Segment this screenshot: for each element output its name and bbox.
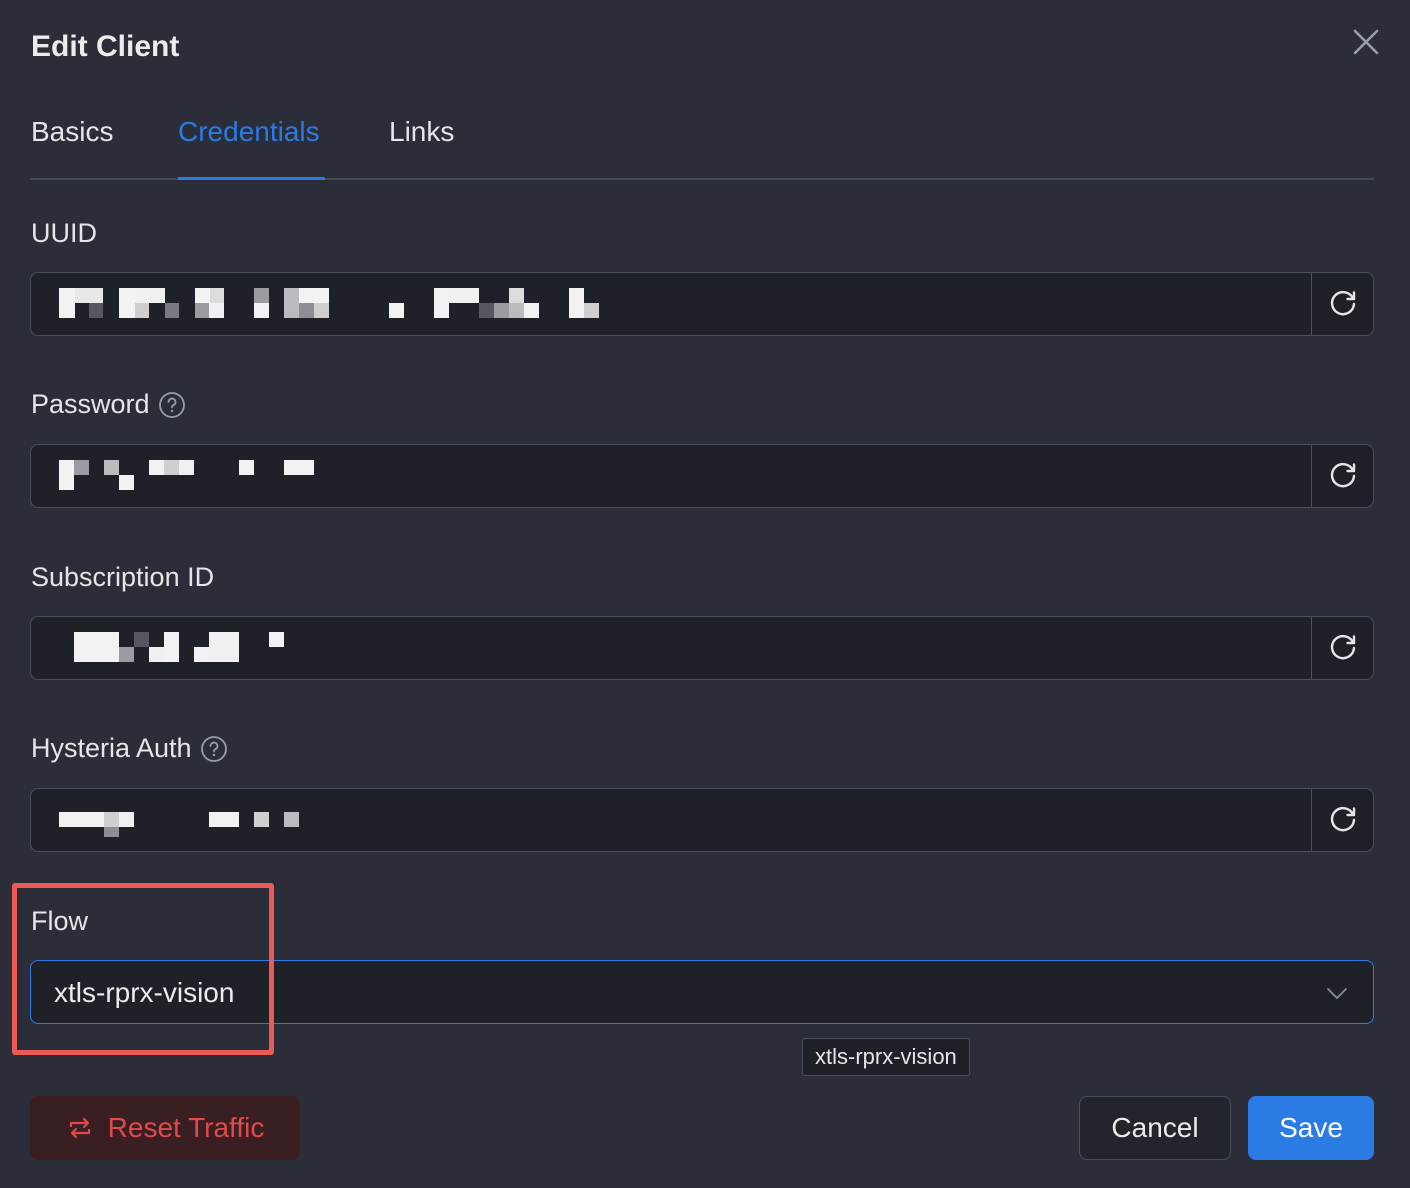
swap-icon [69,1117,90,1139]
redacted-value [59,460,659,492]
password-field[interactable] [30,444,1374,508]
regenerate-uuid-button[interactable] [1311,273,1373,335]
password-value[interactable] [59,445,1303,507]
redacted-value [59,632,659,664]
save-button[interactable]: Save [1248,1096,1374,1160]
hysteria-auth-value[interactable] [59,789,1303,851]
close-icon[interactable] [1348,24,1384,60]
subscription-id-label-text: Subscription ID [31,562,215,592]
reset-traffic-button[interactable]: Reset Traffic [30,1096,300,1160]
tab-credentials[interactable]: Credentials [178,116,320,148]
question-circle-icon[interactable] [158,391,186,419]
subscription-id-label: Subscription ID [31,562,214,593]
flow-label-text: Flow [31,906,89,936]
cancel-button[interactable]: Cancel [1079,1096,1231,1160]
uuid-field[interactable] [30,272,1374,336]
edit-client-dialog: Edit Client Basics Credentials Links UUI… [0,0,1410,1188]
flow-selected-value: xtls-rprx-vision [54,977,235,1008]
flow-select[interactable]: xtls-rprx-vision [30,960,1374,1024]
hysteria-auth-label-text: Hysteria Auth [31,733,192,763]
subscription-id-field[interactable] [30,616,1374,680]
regenerate-subscription-id-button[interactable] [1311,617,1373,679]
refresh-icon [1330,291,1355,316]
question-circle-icon[interactable] [200,735,228,763]
password-label: Password [31,389,186,420]
tab-links[interactable]: Links [389,116,454,148]
active-tab-indicator [178,177,325,180]
redacted-value [59,804,659,837]
dialog-title: Edit Client [31,30,180,63]
uuid-value[interactable] [59,273,1303,335]
flow-label: Flow [31,906,88,937]
regenerate-hysteria-auth-button[interactable] [1311,789,1373,851]
refresh-icon [1330,807,1355,832]
hysteria-auth-label: Hysteria Auth [31,733,228,764]
redacted-value [59,288,659,320]
refresh-icon [1330,635,1355,660]
password-label-text: Password [31,389,150,419]
regenerate-password-button[interactable] [1311,445,1373,507]
subscription-id-value[interactable] [59,617,1303,679]
uuid-label: UUID [31,218,97,249]
uuid-label-text: UUID [31,218,97,248]
flow-tooltip: xtls-rprx-vision [802,1038,970,1076]
chevron-down-icon [1327,988,1347,999]
reset-traffic-label: Reset Traffic [107,1112,265,1143]
tab-bar: Basics Credentials Links [30,100,1374,180]
tab-basics[interactable]: Basics [31,116,113,148]
refresh-icon [1330,463,1355,488]
hysteria-auth-field[interactable] [30,788,1374,852]
